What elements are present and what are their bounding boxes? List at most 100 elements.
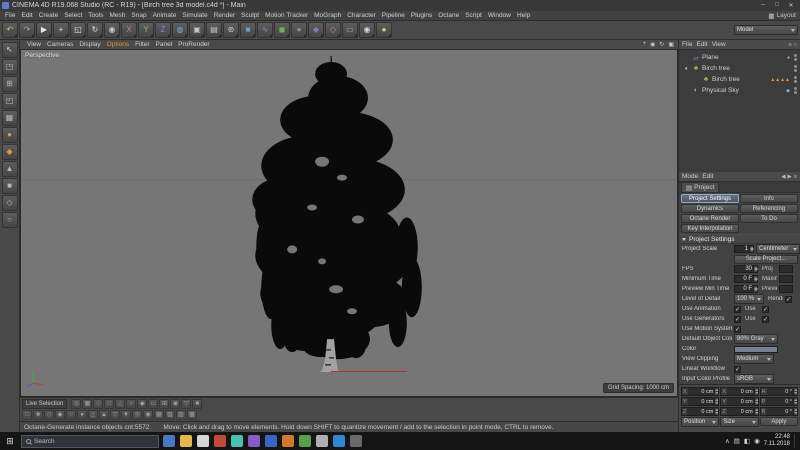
menu-item[interactable]: Simulate [179, 12, 210, 19]
visibility-dots[interactable] [794, 65, 797, 72]
tray-icon[interactable]: ∧ [725, 437, 730, 445]
btn-project-settings[interactable]: Project Settings [681, 194, 739, 203]
left-rail-tool-icon[interactable]: ◆ [2, 144, 18, 160]
viewport-nav-icon[interactable]: ▣ [668, 41, 674, 48]
menu-item[interactable]: Octane [435, 12, 462, 19]
object-name[interactable]: Physical Sky [702, 87, 739, 94]
object-tags[interactable]: ▲▲▲▲ [770, 77, 790, 83]
menu-item[interactable]: Plugins [408, 12, 435, 19]
coordinate-field[interactable]: Z 0 cm [720, 407, 758, 416]
visibility-dots[interactable] [794, 87, 797, 94]
left-rail-tool-icon[interactable]: ◳ [2, 59, 18, 75]
visibility-dots[interactable] [794, 54, 797, 61]
start-button[interactable]: ⊞ [3, 436, 17, 447]
menu-item[interactable]: File [2, 12, 18, 19]
left-rail-tool-icon[interactable]: ● [2, 127, 18, 143]
toolbar-icon[interactable]: ↷ [19, 22, 35, 38]
am-header-icon[interactable]: ◀ [781, 174, 785, 180]
object-row[interactable]: ▱ Plane ● [679, 52, 800, 63]
toolbar-icon[interactable]: X [121, 22, 137, 38]
toolbar-icon[interactable]: ∿ [257, 22, 273, 38]
toolbar-icon[interactable]: ↻ [87, 22, 103, 38]
viewport-menu-item[interactable]: Options [104, 41, 132, 48]
clipped-field[interactable] [779, 275, 793, 283]
clipped-field[interactable] [779, 265, 793, 273]
clipped-checkbox[interactable]: ✓ [762, 306, 769, 313]
coordinate-field[interactable]: X 0 cm [681, 387, 719, 396]
object-tags[interactable]: ◆ [786, 88, 790, 94]
viewport-canvas[interactable]: Perspective Grid Spacing: 1000 cm [20, 50, 678, 397]
viewport-nav-icon[interactable]: ↻ [659, 41, 664, 48]
menu-item[interactable]: Script [462, 12, 485, 19]
position-select[interactable]: Position [681, 417, 719, 427]
palette-icon[interactable]: ○ [66, 410, 76, 420]
toolbar-icon[interactable]: ▣ [189, 22, 205, 38]
am-menu-mode[interactable]: Mode [682, 173, 698, 180]
toolbar-icon[interactable]: ◉ [359, 22, 375, 38]
toolbar-icon[interactable]: ↶ [2, 22, 18, 38]
visibility-dots[interactable] [794, 76, 797, 83]
use-motion-system-checkbox[interactable]: ✓ [734, 326, 741, 333]
object-row[interactable]: ▾ ♣ Birch tree [679, 63, 800, 74]
palette-icon[interactable]: △ [88, 410, 98, 420]
tray-icon[interactable]: ◉ [754, 437, 760, 445]
menu-item[interactable]: Motion Tracker [262, 12, 311, 19]
palette-icon[interactable]: ▩ [187, 410, 197, 420]
taskbar-app-icon[interactable] [248, 435, 260, 447]
viewport-menu-item[interactable]: ProRender [175, 41, 212, 48]
taskbar-clock[interactable]: 22:48 7.11.2018 [764, 434, 790, 448]
stepper[interactable] [749, 246, 753, 252]
viewport-menu-item[interactable]: Cameras [44, 41, 76, 48]
layout-select[interactable]: Model [734, 25, 798, 35]
palette-icon[interactable]: ■ [192, 399, 202, 409]
palette-icon[interactable]: ▦ [154, 410, 164, 420]
menu-item[interactable]: Sculpt [238, 12, 262, 19]
menu-item[interactable]: Mesh [106, 12, 128, 19]
expand-arrow-icon[interactable]: ▾ [685, 66, 690, 72]
btn-info[interactable]: Info [740, 194, 798, 203]
palette-icon[interactable]: ⊞ [159, 399, 169, 409]
viewport-nav-icon[interactable]: ◉ [650, 41, 655, 48]
menu-item[interactable]: Render [211, 12, 238, 19]
stepper[interactable] [754, 408, 758, 415]
stepper[interactable] [793, 388, 797, 395]
toolbar-icon[interactable]: ◱ [70, 22, 86, 38]
menu-item[interactable]: Edit [18, 12, 35, 19]
object-row[interactable]: ◐ Physical Sky ◆ [679, 85, 800, 96]
object-tags[interactable]: ● [787, 55, 790, 61]
object-row[interactable]: ♣ Birch tree ▲▲▲▲ [679, 74, 800, 85]
toolbar-icon[interactable]: Y [138, 22, 154, 38]
clipped-checkbox[interactable]: ✓ [785, 296, 792, 303]
taskbar-app-icon[interactable] [231, 435, 243, 447]
stepper[interactable] [754, 398, 758, 405]
object-name[interactable]: Birch tree [712, 76, 740, 83]
window-control-button[interactable]: ✕ [784, 2, 798, 9]
toolbar-icon[interactable]: ▤ [206, 22, 222, 38]
stepper[interactable] [793, 408, 797, 415]
preview-min-time-input[interactable]: 0 F [734, 285, 758, 293]
tab-project[interactable]: ▤ Project [681, 182, 719, 192]
palette-icon[interactable]: ▽ [181, 399, 191, 409]
coordinate-field[interactable]: H 0 ° [760, 387, 798, 396]
stepper[interactable] [793, 398, 797, 405]
taskbar-app-icon[interactable] [197, 435, 209, 447]
om-header-icon[interactable]: ≡ [788, 42, 791, 48]
left-rail-tool-icon[interactable]: ◰ [2, 93, 18, 109]
taskbar-app-icon[interactable] [214, 435, 226, 447]
toolbar-icon[interactable]: Z [155, 22, 171, 38]
toolbar-icon[interactable]: ▭ [342, 22, 358, 38]
coordinate-field[interactable]: B 0 ° [760, 407, 798, 416]
left-rail-tool-icon[interactable]: ◇ [2, 195, 18, 211]
toolbar-icon[interactable]: ◉ [104, 22, 120, 38]
stepper[interactable] [753, 276, 757, 282]
use-generators-checkbox[interactable]: ✓ [734, 316, 741, 323]
apply-button[interactable]: Apply [760, 417, 798, 426]
palette-icon[interactable]: ○ [126, 399, 136, 409]
palette-icon[interactable]: ■ [33, 410, 43, 420]
coordinate-field[interactable]: Z 0 cm [681, 407, 719, 416]
toolbar-icon[interactable]: ▶ [36, 22, 52, 38]
color-swatch[interactable] [734, 346, 778, 353]
left-rail-tool-icon[interactable]: ▲ [2, 161, 18, 177]
menu-item[interactable]: Help [514, 12, 533, 19]
btn-referencing[interactable]: Referencing [740, 204, 798, 213]
